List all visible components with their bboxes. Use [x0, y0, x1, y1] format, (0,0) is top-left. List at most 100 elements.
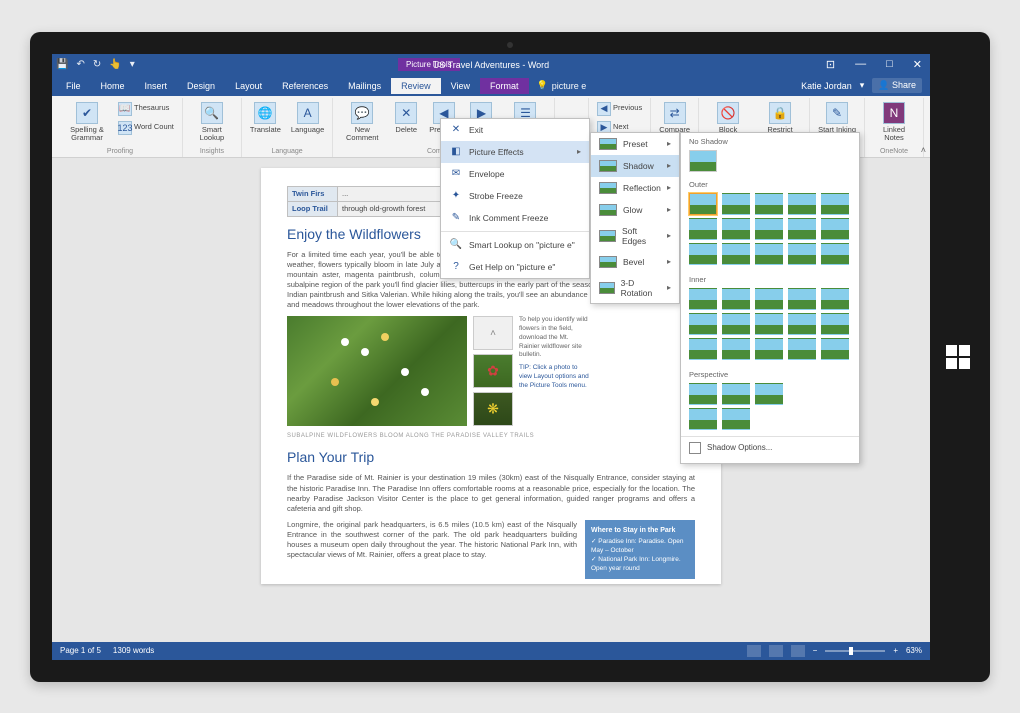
- shadow-swatch[interactable]: [722, 243, 750, 265]
- zoom-out-button[interactable]: −: [813, 646, 818, 655]
- shadow-swatch[interactable]: [722, 313, 750, 335]
- web-layout-button[interactable]: [791, 645, 805, 657]
- tell-me-input[interactable]: [552, 81, 612, 91]
- shadow-swatch[interactable]: [788, 193, 816, 215]
- shadow-swatch[interactable]: [788, 338, 816, 360]
- shadow-swatch[interactable]: [821, 338, 849, 360]
- shadow-swatch[interactable]: [722, 408, 750, 430]
- fx-3drotation[interactable]: 3-D Rotation▸: [591, 273, 679, 303]
- new-comment-button[interactable]: 💬New Comment: [339, 100, 385, 145]
- tab-references[interactable]: References: [272, 78, 338, 94]
- print-layout-button[interactable]: [769, 645, 783, 657]
- shadow-swatch[interactable]: [689, 218, 717, 240]
- ribbon-options-icon[interactable]: ⊡: [822, 58, 839, 71]
- shadow-swatch[interactable]: [722, 338, 750, 360]
- fx-preset[interactable]: Preset▸: [591, 133, 679, 155]
- shadow-swatch[interactable]: [755, 288, 783, 310]
- shadow-swatch[interactable]: [755, 243, 783, 265]
- minimize-button[interactable]: —: [851, 58, 870, 71]
- tellme-picture-effects[interactable]: ◧Picture Effects▸: [441, 141, 589, 163]
- compare-button[interactable]: ⇄Compare: [657, 100, 692, 136]
- shadow-swatch[interactable]: [689, 338, 717, 360]
- shadow-swatch[interactable]: [755, 338, 783, 360]
- shadow-options[interactable]: Shadow Options...: [681, 436, 859, 459]
- scroll-up-icon[interactable]: ˄: [473, 316, 513, 350]
- shadow-swatch[interactable]: [722, 218, 750, 240]
- save-icon[interactable]: 💾: [56, 59, 68, 70]
- tellme-envelope[interactable]: ✉Envelope: [441, 163, 589, 185]
- shadow-swatch[interactable]: [689, 193, 717, 215]
- tellme-get-help[interactable]: ?Get Help on "picture e": [441, 256, 589, 278]
- prev-change-button[interactable]: ◀Previous: [595, 100, 644, 118]
- shadow-swatch[interactable]: [821, 243, 849, 265]
- shadow-swatch[interactable]: [788, 243, 816, 265]
- thumbnail-yellow-flower[interactable]: [473, 392, 513, 426]
- delete-comment-button[interactable]: ✕Delete: [391, 100, 421, 136]
- fx-softedges[interactable]: Soft Edges▸: [591, 221, 679, 251]
- shadow-swatch[interactable]: [821, 193, 849, 215]
- shadow-swatch[interactable]: [788, 313, 816, 335]
- spelling-button[interactable]: ✔Spelling & Grammar: [64, 100, 110, 145]
- close-button[interactable]: ✕: [909, 58, 926, 71]
- thesaurus-button[interactable]: 📖Thesaurus: [116, 100, 176, 118]
- main-wildflower-image[interactable]: [287, 316, 467, 426]
- shadow-swatch[interactable]: [755, 313, 783, 335]
- shadow-swatch[interactable]: [689, 243, 717, 265]
- tab-file[interactable]: File: [56, 78, 91, 94]
- shadow-swatch[interactable]: [755, 193, 783, 215]
- read-mode-button[interactable]: [747, 645, 761, 657]
- qat-customize-icon[interactable]: ▾: [130, 59, 135, 70]
- zoom-level[interactable]: 63%: [906, 646, 922, 655]
- word-count[interactable]: 1309 words: [113, 646, 154, 655]
- no-shadow-swatch[interactable]: [689, 150, 717, 172]
- tab-layout[interactable]: Layout: [225, 78, 272, 94]
- thumbnail-red-flower[interactable]: [473, 354, 513, 388]
- touch-mode-icon[interactable]: 👆: [109, 59, 121, 70]
- shadow-swatch[interactable]: [689, 383, 717, 405]
- share-button[interactable]: 👤 Share: [872, 78, 922, 93]
- tellme-ink-comment[interactable]: ✎Ink Comment Freeze: [441, 207, 589, 229]
- shadow-swatch[interactable]: [755, 383, 783, 405]
- user-name[interactable]: Katie Jordan: [801, 81, 852, 91]
- tab-review[interactable]: Review: [391, 78, 441, 94]
- tab-format[interactable]: Format: [480, 78, 529, 94]
- translate-button[interactable]: 🌐Translate: [248, 100, 283, 136]
- page-indicator[interactable]: Page 1 of 5: [60, 646, 101, 655]
- tab-mailings[interactable]: Mailings: [338, 78, 391, 94]
- language-button[interactable]: ALanguage: [289, 100, 326, 136]
- undo-icon[interactable]: ↶: [76, 59, 84, 70]
- shadow-swatch[interactable]: [821, 218, 849, 240]
- tellme-strobe[interactable]: ✦Strobe Freeze: [441, 185, 589, 207]
- shadow-swatch[interactable]: [788, 218, 816, 240]
- collapse-ribbon-icon[interactable]: ˄: [921, 145, 926, 155]
- smartlookup-button[interactable]: 🔍Smart Lookup: [189, 100, 235, 145]
- shadow-swatch[interactable]: [788, 288, 816, 310]
- zoom-in-button[interactable]: +: [893, 646, 898, 655]
- fx-bevel[interactable]: Bevel▸: [591, 251, 679, 273]
- shadow-swatch[interactable]: [722, 383, 750, 405]
- redo-icon[interactable]: ↻: [93, 59, 101, 70]
- shadow-swatch[interactable]: [689, 288, 717, 310]
- shadow-swatch[interactable]: [755, 218, 783, 240]
- shadow-swatch[interactable]: [821, 288, 849, 310]
- maximize-button[interactable]: □: [882, 58, 897, 71]
- fx-reflection[interactable]: Reflection▸: [591, 177, 679, 199]
- tab-home[interactable]: Home: [91, 78, 135, 94]
- tell-me-box[interactable]: 💡: [537, 80, 612, 91]
- shadow-swatch[interactable]: [722, 288, 750, 310]
- zoom-slider[interactable]: [825, 650, 885, 652]
- shadow-swatch[interactable]: [722, 193, 750, 215]
- windows-button[interactable]: [946, 345, 970, 369]
- user-chevron-icon[interactable]: ▾: [860, 80, 865, 91]
- tellme-smart-lookup[interactable]: 🔍Smart Lookup on "picture e": [441, 234, 589, 256]
- start-inking-button[interactable]: ✎Start Inking: [816, 100, 858, 136]
- fx-shadow[interactable]: Shadow▸: [591, 155, 679, 177]
- linked-notes-button[interactable]: NLinked Notes: [871, 100, 917, 145]
- fx-glow[interactable]: Glow▸: [591, 199, 679, 221]
- tellme-exit[interactable]: ✕Exit: [441, 119, 589, 141]
- tab-design[interactable]: Design: [177, 78, 225, 94]
- shadow-swatch[interactable]: [821, 313, 849, 335]
- tab-view[interactable]: View: [441, 78, 480, 94]
- shadow-swatch[interactable]: [689, 408, 717, 430]
- tab-insert[interactable]: Insert: [135, 78, 178, 94]
